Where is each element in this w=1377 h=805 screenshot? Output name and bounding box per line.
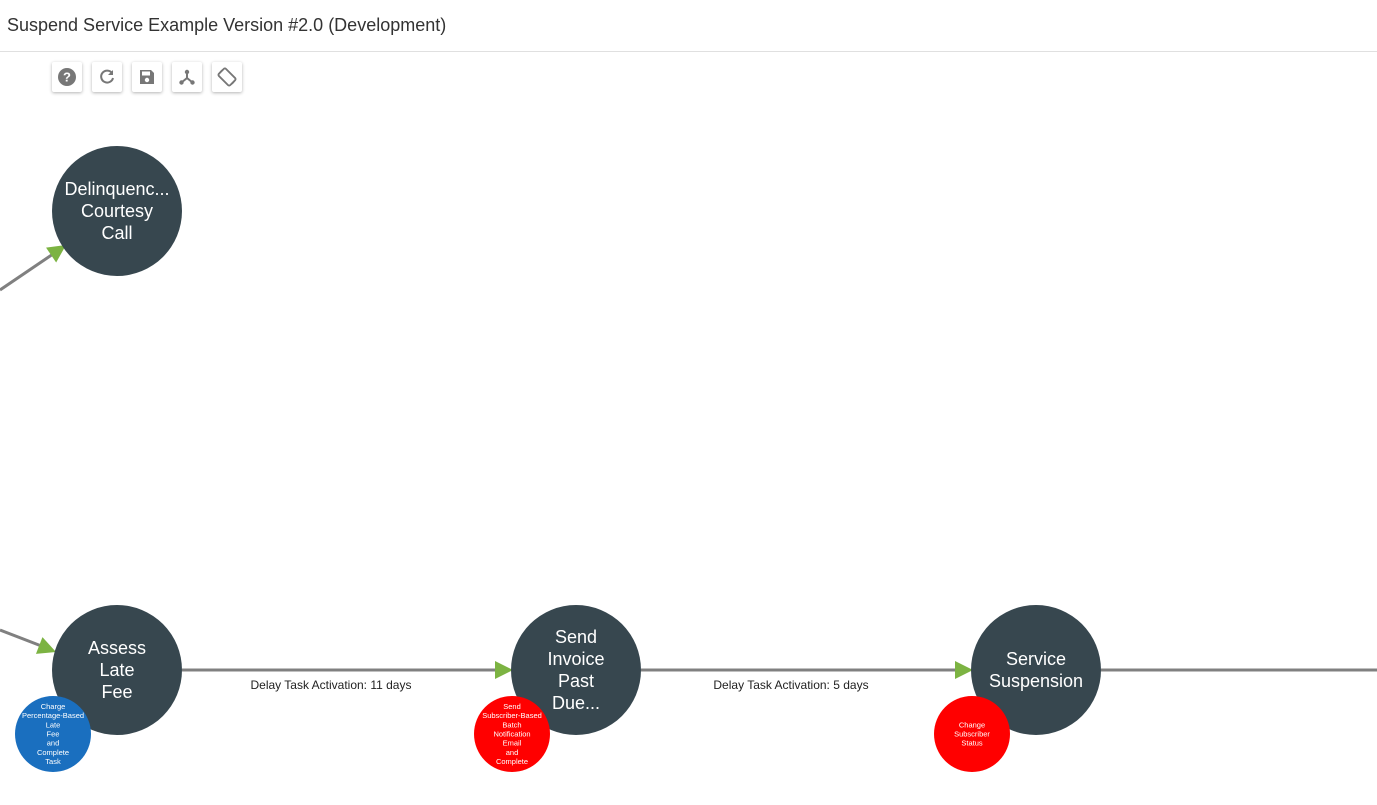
node-label: Service [1006,649,1066,669]
node-label: Past [558,671,594,691]
task-status[interactable]: ChangeSubscriberStatus [934,696,1010,772]
node-label: Due... [552,693,600,713]
task-label: Batch [502,720,521,729]
task-label: Change [959,720,985,729]
task-label: Task [45,757,61,766]
node-label: Courtesy [81,201,153,221]
edge-to-assess[interactable] [0,628,45,649]
task-label: Subscriber [954,730,990,739]
task-label: Status [961,739,983,748]
node-label: Late [99,660,134,680]
node-delinquency[interactable]: Delinquenc...CourtesyCall [52,146,182,276]
node-label: Delinquenc... [64,179,169,199]
node-label: Fee [101,682,132,702]
task-label: Fee [47,730,60,739]
workflow-canvas[interactable]: Delay Task Activation: 11 days Delay Task… [0,53,1377,805]
arrowhead-icon [46,245,66,263]
task-label: and [47,739,60,748]
edge-label: Delay Task Activation: 11 days [251,678,412,692]
task-label: Charge [41,702,66,711]
task-label: Subscriber-Based [482,711,542,720]
task-label: Complete [37,748,69,757]
node-label: Suspension [989,671,1083,691]
node-label: Call [101,223,132,243]
task-label: Complete [496,757,528,766]
header: Suspend Service Example Version #2.0 (De… [0,0,1377,52]
page-title: Suspend Service Example Version #2.0 (De… [7,15,447,35]
task-label: Email [503,739,522,748]
task-notify[interactable]: SendSubscriber-BasedBatchNotificationEma… [474,696,550,772]
node-label: Invoice [547,649,604,669]
task-label: and [506,748,519,757]
task-label: Late [46,720,61,729]
task-label: Notification [493,730,530,739]
arrowhead-icon [495,661,513,679]
edge-label: Delay Task Activation: 5 days [713,678,868,692]
edge-to-delinquency[interactable] [0,250,57,292]
task-label: Send [503,702,521,711]
task-label: Percentage-Based [22,711,84,720]
task-charge[interactable]: ChargePercentage-BasedLateFeeandComplete… [15,696,91,772]
arrowhead-icon [955,661,973,679]
node-label: Assess [88,638,146,658]
node-label: Send [555,627,597,647]
